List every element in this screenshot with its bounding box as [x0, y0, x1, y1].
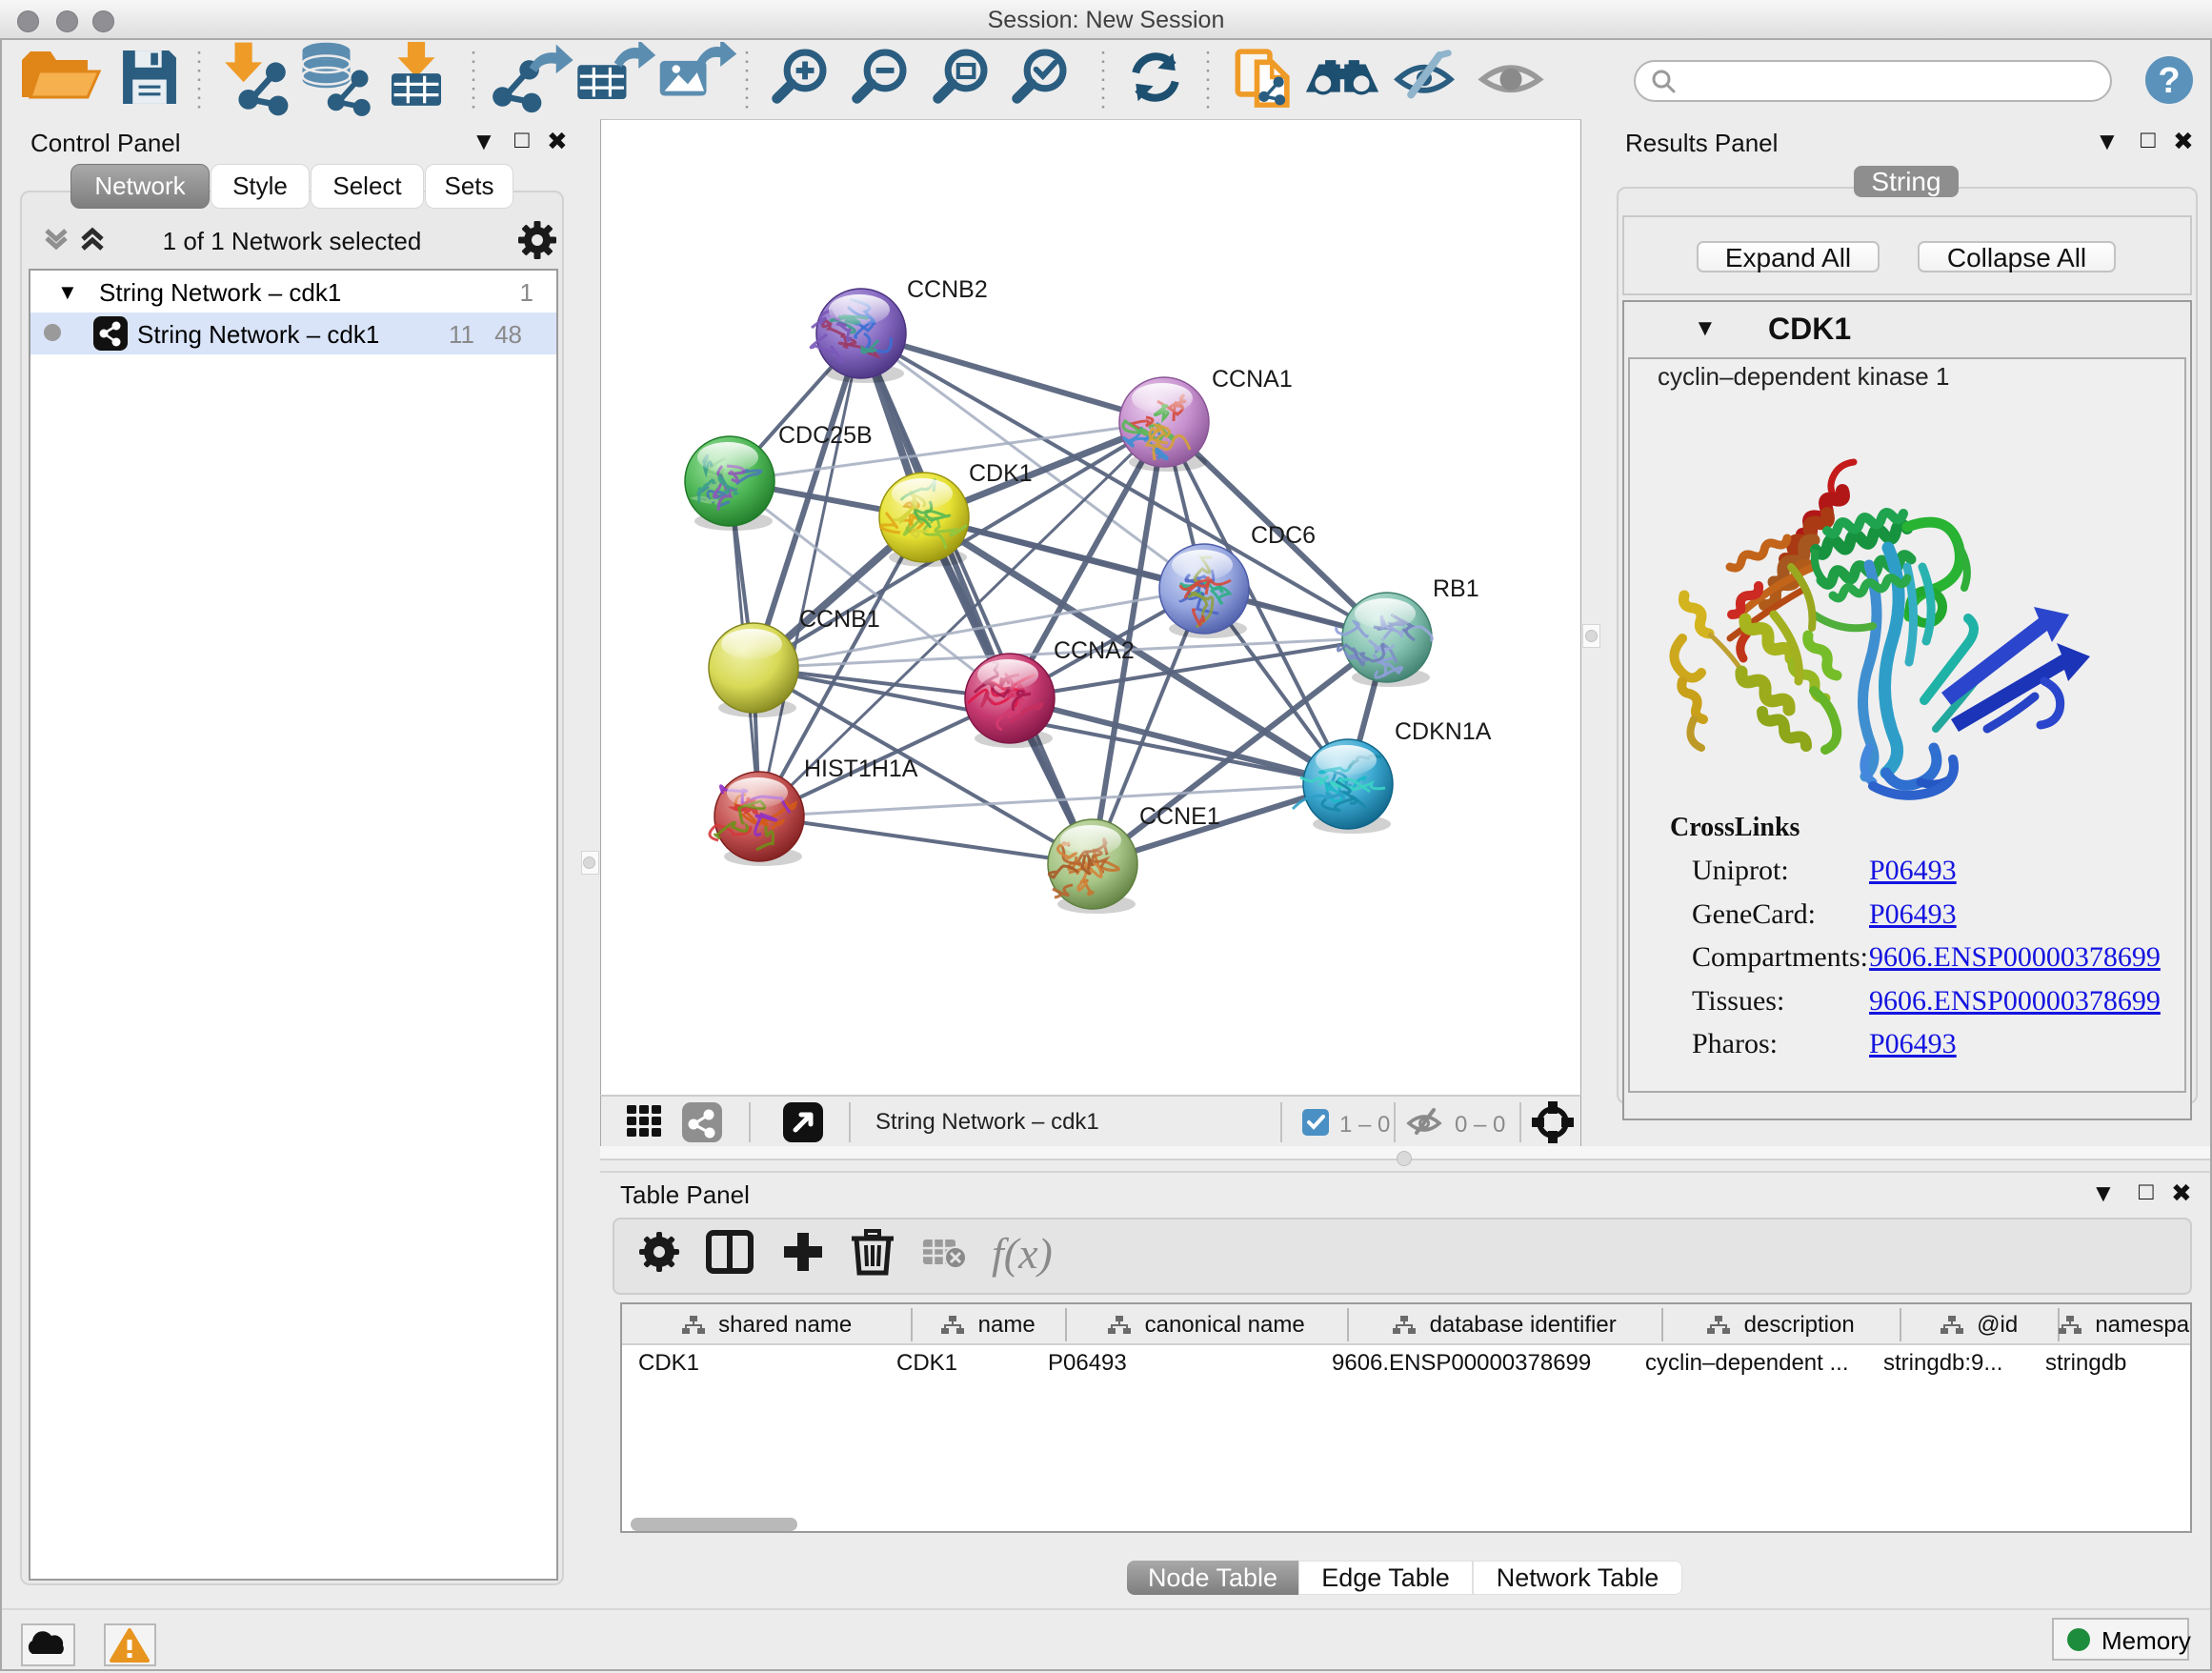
svg-text:RB1: RB1 — [1433, 575, 1479, 602]
svg-text:CDK1: CDK1 — [969, 460, 1033, 487]
svg-text:1 – 0: 1 – 0 — [1339, 1112, 1390, 1138]
svg-text:CCNA2: CCNA2 — [1054, 637, 1135, 664]
svg-text:CDC25B: CDC25B — [778, 422, 873, 449]
svg-text:CCNB2: CCNB2 — [907, 276, 988, 303]
svg-text:0 – 0: 0 – 0 — [1455, 1112, 1505, 1138]
svg-text:HIST1H1A: HIST1H1A — [804, 756, 918, 782]
svg-text:CDKN1A: CDKN1A — [1395, 718, 1492, 745]
svg-text:CDC6: CDC6 — [1251, 522, 1316, 549]
svg-text:CCNB1: CCNB1 — [799, 606, 880, 633]
svg-text:CCNA1: CCNA1 — [1212, 366, 1293, 393]
svg-text:?: ? — [2158, 61, 2180, 101]
svg-text:CCNE1: CCNE1 — [1139, 803, 1220, 830]
